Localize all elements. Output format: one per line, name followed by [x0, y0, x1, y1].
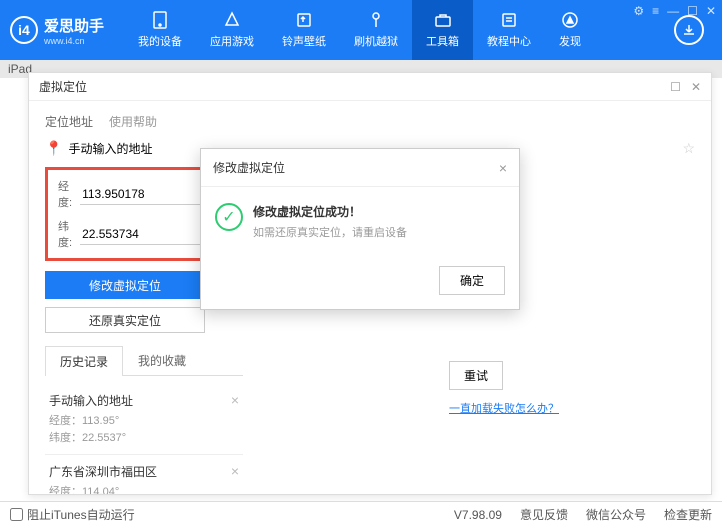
- location-label: 定位地址: [45, 113, 93, 130]
- phone-icon: [151, 11, 169, 29]
- history-list: 手动输入的地址 经度：113.95° 纬度：22.5537° × 广东省深圳市福…: [45, 384, 243, 494]
- history-delete-icon[interactable]: ×: [231, 463, 239, 479]
- menu-icon[interactable]: ≡: [652, 4, 659, 18]
- address-text: 手动输入的地址: [68, 140, 152, 157]
- minimize-icon[interactable]: —: [667, 4, 679, 18]
- feedback-link[interactable]: 意见反馈: [520, 506, 568, 523]
- toolbox-icon: [434, 11, 452, 29]
- history-delete-icon[interactable]: ×: [231, 392, 239, 408]
- version-text: V7.98.09: [454, 508, 502, 522]
- apps-icon: [223, 11, 241, 29]
- nav-discover[interactable]: 发现: [545, 0, 595, 60]
- dialog-message: 修改虚拟定位成功！: [253, 203, 407, 220]
- block-itunes-checkbox[interactable]: [10, 508, 23, 521]
- app-header: i4 爱思助手 www.i4.cn 我的设备 应用游戏 铃声壁纸 刷机越狱 工具…: [0, 0, 722, 60]
- history-tabs: 历史记录 我的收藏: [45, 345, 243, 376]
- star-icon[interactable]: ☆: [682, 140, 695, 157]
- status-bar: 阻止iTunes自动运行 V7.98.09 意见反馈 微信公众号 检查更新: [0, 501, 722, 527]
- restore-location-button[interactable]: 还原真实定位: [45, 307, 205, 333]
- brand-url: www.i4.cn: [44, 36, 104, 46]
- tab-history[interactable]: 历史记录: [45, 346, 123, 376]
- help-link[interactable]: 使用帮助: [109, 113, 157, 130]
- tab-favorites[interactable]: 我的收藏: [123, 345, 201, 375]
- window-controls: ⚙ ≡ — ☐ ✕: [633, 4, 716, 18]
- nav-apps[interactable]: 应用游戏: [196, 0, 268, 60]
- settings-icon[interactable]: ⚙: [633, 4, 644, 18]
- panel-close-icon[interactable]: ✕: [691, 80, 701, 94]
- block-itunes-label: 阻止iTunes自动运行: [27, 506, 135, 523]
- close-icon[interactable]: ✕: [706, 4, 716, 18]
- nav-ringtones[interactable]: 铃声壁纸: [268, 0, 340, 60]
- maximize-icon[interactable]: ☐: [687, 4, 698, 18]
- check-update-link[interactable]: 检查更新: [664, 506, 712, 523]
- pin-icon: 📍: [45, 140, 62, 157]
- dialog-submessage: 如需还原真实定位，请重启设备: [253, 224, 407, 240]
- brand-logo: i4 爱思助手 www.i4.cn: [10, 15, 104, 46]
- longitude-label: 经度:: [58, 178, 72, 210]
- history-item[interactable]: 手动输入的地址 经度：113.95° 纬度：22.5537° ×: [45, 384, 243, 455]
- panel-header: 虚拟定位 ☐ ✕: [29, 73, 711, 101]
- music-icon: [295, 11, 313, 29]
- dialog-close-icon[interactable]: ×: [499, 160, 507, 176]
- history-item[interactable]: 广东省深圳市福田区 经度：114.04° 纬度：22.5683° ×: [45, 455, 243, 494]
- nav-flash[interactable]: 刷机越狱: [340, 0, 412, 60]
- nav-toolbox[interactable]: 工具箱: [412, 0, 473, 60]
- success-check-icon: ✓: [215, 203, 243, 231]
- dialog-title: 修改虚拟定位: [213, 159, 499, 176]
- success-dialog: 修改虚拟定位 × ✓ 修改虚拟定位成功！ 如需还原真实定位，请重启设备 确定: [200, 148, 520, 310]
- nav-my-device[interactable]: 我的设备: [124, 0, 196, 60]
- wechat-link[interactable]: 微信公众号: [586, 506, 646, 523]
- panel-title: 虚拟定位: [39, 78, 670, 95]
- latitude-label: 纬度:: [58, 218, 72, 250]
- flash-icon: [367, 11, 385, 29]
- dialog-ok-button[interactable]: 确定: [439, 266, 505, 295]
- main-nav: 我的设备 应用游戏 铃声壁纸 刷机越狱 工具箱 教程中心 发现: [124, 0, 674, 60]
- refresh-button[interactable]: [674, 15, 704, 45]
- retry-button[interactable]: 重试: [449, 361, 503, 390]
- fail-help-link[interactable]: 一直加载失败怎么办？: [449, 403, 559, 415]
- logo-icon: i4: [10, 16, 38, 44]
- modify-location-button[interactable]: 修改虚拟定位: [45, 271, 205, 299]
- panel-maximize-icon[interactable]: ☐: [670, 80, 681, 94]
- compass-icon: [561, 11, 579, 29]
- nav-tutorial[interactable]: 教程中心: [473, 0, 545, 60]
- brand-name: 爱思助手: [44, 15, 104, 36]
- book-icon: [500, 11, 518, 29]
